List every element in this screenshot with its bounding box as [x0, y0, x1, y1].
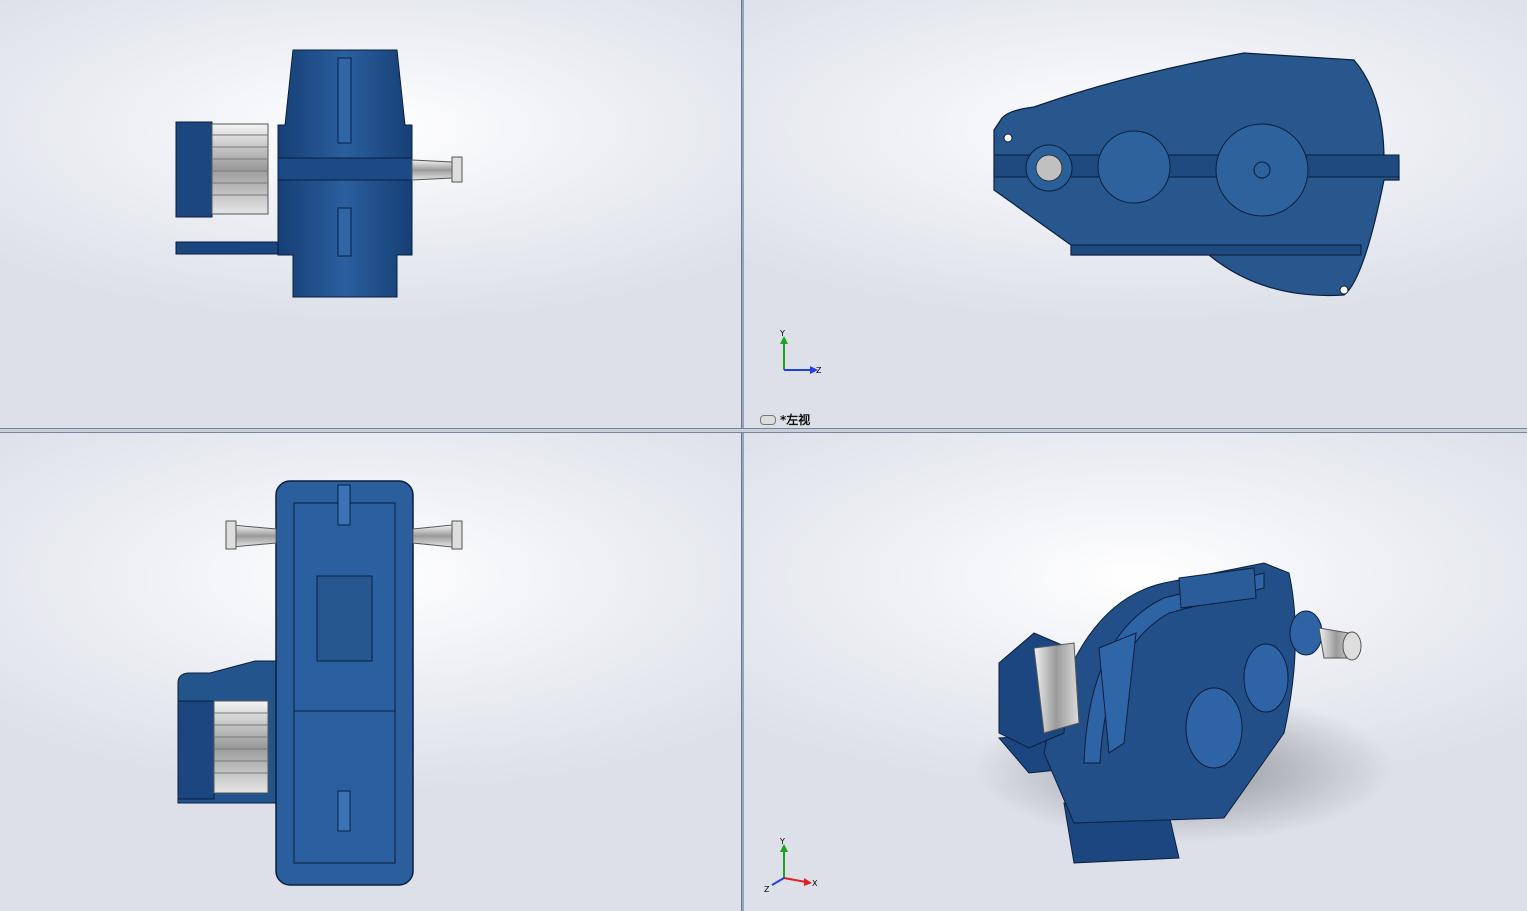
viewport-top[interactable] — [0, 433, 741, 911]
triad-y-label: Y — [779, 330, 785, 338]
vertical-splitter[interactable] — [741, 0, 744, 911]
triad-y-label: Y — [779, 838, 785, 846]
triad-z-label: Z — [764, 885, 770, 893]
view-name-label: *左视 — [760, 411, 810, 428]
triad-x-label: X — [812, 879, 818, 888]
triad-z-label: Z — [816, 366, 822, 375]
viewport-front[interactable] — [0, 0, 741, 428]
gearbox-left-view[interactable] — [744, 0, 1527, 428]
viewport-left[interactable]: Y Z *左视 — [744, 0, 1527, 428]
triad-icon: Y X Z — [764, 838, 818, 893]
triad-icon: Y Z — [779, 330, 822, 375]
horizontal-splitter[interactable] — [0, 428, 1527, 433]
gearbox-top-view[interactable] — [0, 433, 741, 911]
viewport-isometric[interactable]: Y X Z — [744, 433, 1527, 911]
view-name-text: *左视 — [780, 413, 811, 427]
gearbox-isometric-view[interactable] — [744, 433, 1527, 911]
link-views-icon[interactable] — [760, 414, 776, 425]
gearbox-front-view[interactable] — [0, 0, 741, 428]
